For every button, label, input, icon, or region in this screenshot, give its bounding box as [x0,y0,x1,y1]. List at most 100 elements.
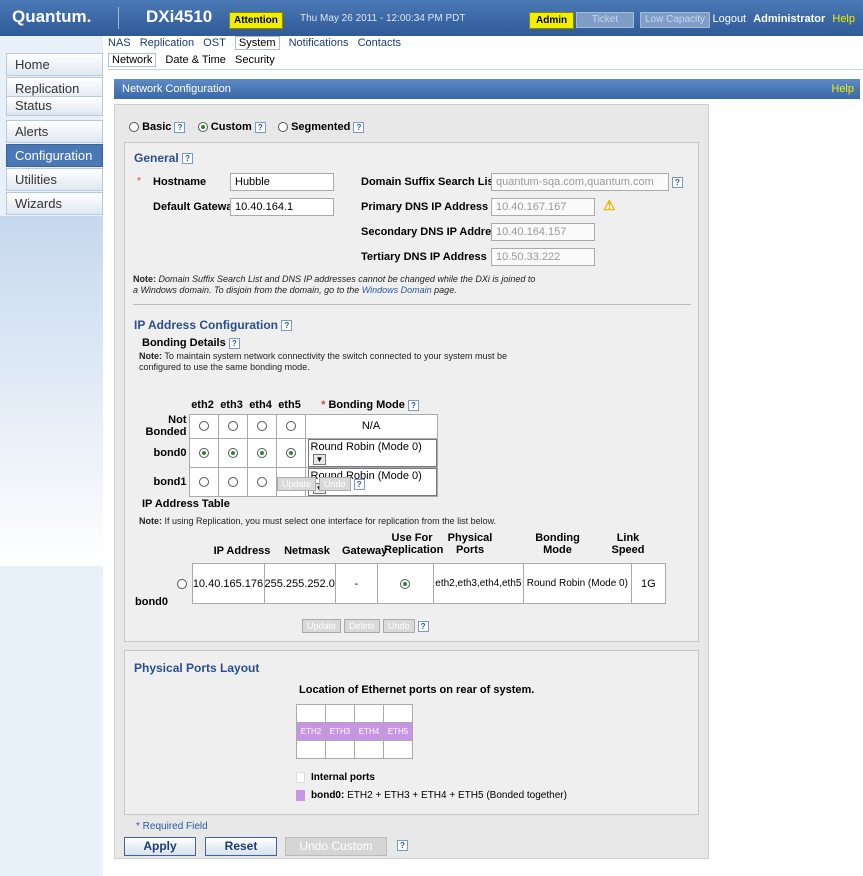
tab-ost[interactable]: OST [203,37,226,49]
sidebar-gradient [0,216,103,566]
basic-label: Basic [142,121,172,133]
bonding-actions: Update Undo? [277,477,365,491]
gateway-field[interactable]: 10.40.164.1 [230,198,334,216]
tab-system[interactable]: System [234,36,280,50]
bond1-eth4-radio[interactable] [256,476,267,487]
help-icon[interactable]: ? [281,320,293,332]
port-header: eth3 [220,399,243,412]
bond1-eth3-radio[interactable] [227,476,238,487]
bond0-mode-select[interactable]: Round Robin (Mode 0)▼ [307,438,437,467]
ip-table-title: IP Address Table [142,498,230,510]
table-row[interactable]: 10.40.165.176 255.255.252.0 - eth2,eth3,… [172,563,666,604]
help-icon[interactable]: ? [397,840,408,851]
na-cell: N/A [304,413,438,439]
help-icon[interactable]: ? [228,337,240,349]
custom-label: Custom [210,121,252,133]
col-ip: IP Address [213,545,271,557]
ports-grid: ETH2 ETH3 ETH4 ETH5 [296,704,413,759]
undo-button[interactable]: Undo [319,477,351,491]
help-icon[interactable]: ? [407,399,419,411]
col-ports: Physical Ports [447,532,493,556]
not-bonded-eth2-radio[interactable] [198,421,209,432]
required-note: * Required Field [136,821,208,832]
replication-radio[interactable] [400,578,411,589]
help-icon[interactable]: ? [254,121,266,133]
sidebar-item-status[interactable]: Status [6,96,103,116]
top-bar: Quantum. DXi4510 Attention Thu May 26 20… [0,0,863,36]
page-help-link[interactable]: Help [831,83,854,95]
help-icon[interactable]: ? [174,121,186,133]
basic-radio[interactable] [129,122,139,133]
bond0-eth4-radio[interactable] [256,447,267,458]
internal-swatch [296,772,305,783]
bond1-eth2-radio[interactable] [198,476,209,487]
help-icon[interactable]: ? [182,153,194,165]
bond0-eth2-radio[interactable] [198,447,209,458]
hostname-field[interactable]: Hubble [230,173,334,191]
user-name: Administrator [753,13,826,25]
bonding-note: Note: To maintain system network connect… [139,351,507,372]
tab-replication[interactable]: Replication [140,37,194,49]
secondary-dns-field[interactable]: 10.40.164.157 [491,223,595,241]
domain-field[interactable]: quantum-sqa.com,quantum.com [491,173,669,191]
apply-button[interactable]: Apply [124,837,196,856]
bond0-select-radio[interactable] [176,578,187,589]
domain-label: Domain Suffix Search List [361,176,498,188]
secondary-dns-label: Secondary DNS IP Address [361,226,504,238]
col-speed: Link Speed [611,532,645,556]
bond0-eth3-radio[interactable] [227,447,238,458]
ip-table: 10.40.165.176 255.255.252.0 - eth2,eth3,… [172,563,666,604]
help-icon[interactable]: ? [353,121,365,133]
attention-badge[interactable]: Attention [229,12,283,29]
tab-date-time[interactable]: Date & Time [165,54,226,66]
tab-security[interactable]: Security [235,54,275,66]
help-icon[interactable]: ? [417,620,429,632]
admin-badge[interactable]: Admin [529,12,575,29]
not-bonded-eth5-radio[interactable] [285,421,296,432]
sidebar-item-alerts[interactable]: Alerts [6,120,103,143]
primary-tabs: NAS Replication OST System Notifications… [108,36,407,50]
mode-cell: Round Robin (Mode 0) [522,563,632,604]
sidebar-item-configuration[interactable]: Configuration [6,144,103,167]
primary-dns-label: Primary DNS IP Address [361,201,489,213]
ticket-badge[interactable]: Ticket [576,12,634,28]
bond0-eth5-radio[interactable] [285,447,296,458]
tab-contacts[interactable]: Contacts [358,37,401,49]
undo-button[interactable]: Undo [383,619,415,633]
sidebar-item-wizards[interactable]: Wizards [6,192,103,215]
not-bonded-eth4-radio[interactable] [256,421,267,432]
help-link[interactable]: Help [832,13,855,25]
page-title: Network Configuration [122,83,231,95]
divider [133,304,691,305]
secondary-tabs: Network Date & Time Security [108,53,863,70]
help-icon[interactable]: ? [672,177,683,188]
update-button[interactable]: Update [277,477,317,491]
help-icon[interactable]: ? [353,478,365,490]
quantum-logo: Quantum. [12,7,92,26]
update-button[interactable]: Update [302,619,342,633]
tertiary-dns-field[interactable]: 10.50.33.222 [491,248,595,266]
not-bonded-eth3-radio[interactable] [227,421,238,432]
legend-internal: Internal ports [311,772,375,783]
segmented-radio[interactable] [278,122,289,133]
reset-button[interactable]: Reset [205,837,277,856]
windows-domain-link[interactable]: Windows Domain [362,285,432,295]
bonding-details-label: Bonding Details ? [142,337,240,349]
port-eth2: ETH2 [296,722,326,741]
low-capacity-badge[interactable]: Low Capacity [640,12,710,28]
undo-custom-button[interactable]: Undo Custom [285,837,387,856]
warning-icon[interactable]: ⚠ [603,197,616,214]
hostname-label: Hostname [153,176,207,188]
logout-link[interactable]: Logout [712,13,746,25]
tab-nas[interactable]: NAS [108,37,131,49]
sidebar-item-home[interactable]: Home [6,53,103,76]
general-section: General ? * Hostname Hubble Default Gate… [124,142,699,642]
tab-network[interactable]: Network [108,53,157,67]
tab-notifications[interactable]: Notifications [289,37,349,49]
custom-radio[interactable] [197,122,208,133]
delete-button[interactable]: Delete [344,619,381,633]
sidebar-item-utilities[interactable]: Utilities [6,168,103,191]
ports-layout-title: Physical Ports Layout [134,661,260,675]
primary-dns-field[interactable]: 10.40.167.167 [491,198,595,216]
port-header: eth5 [278,399,301,412]
